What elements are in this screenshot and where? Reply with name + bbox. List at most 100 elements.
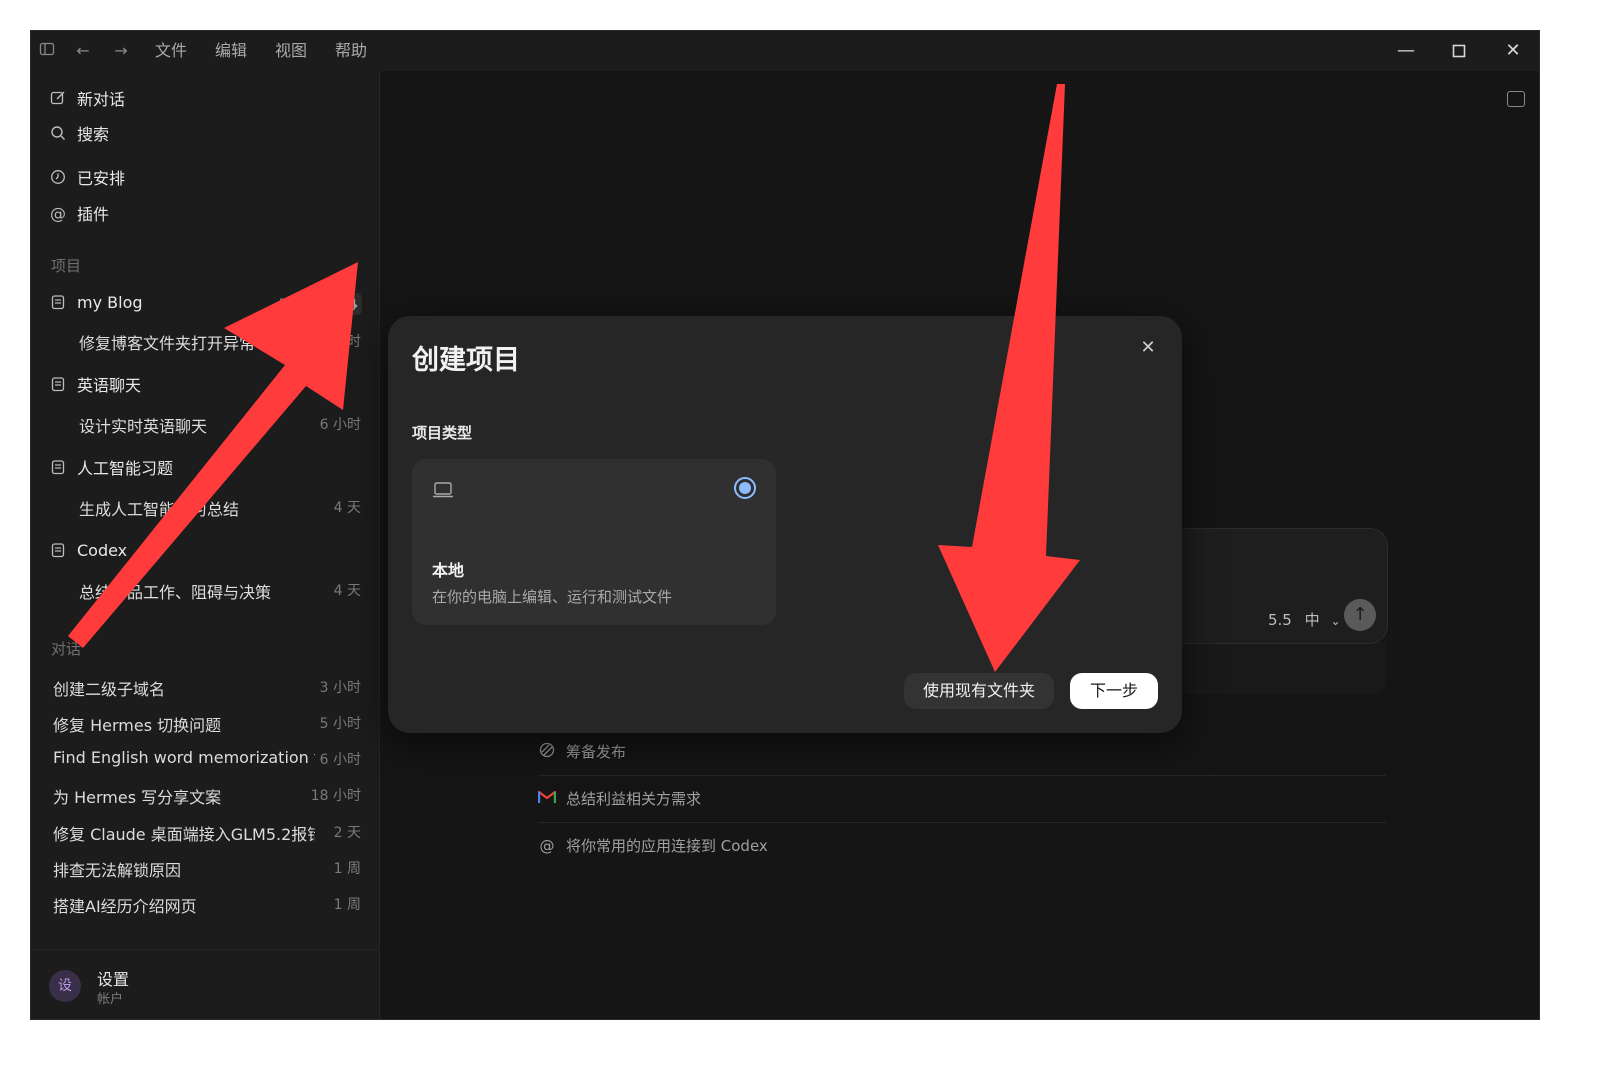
avatar: 设 <box>49 970 81 1002</box>
conversation-time: 3 小时 <box>319 680 361 696</box>
thread-time: 小时 <box>333 334 361 350</box>
thread-title: 修复博客文件夹打开异常 <box>79 334 256 353</box>
nav-new-chat[interactable]: 新对话 <box>49 86 125 110</box>
suggestion-label: 将你常用的应用连接到 Codex <box>566 837 768 855</box>
account-label: 帐户 <box>97 992 124 1007</box>
conversation-time: 6 小时 <box>319 752 361 768</box>
thread-time: 4 天 <box>333 583 361 599</box>
conversation-time: 18 小时 <box>310 788 361 804</box>
project-name: Codex <box>77 540 128 560</box>
new-project-icon[interactable] <box>340 293 362 315</box>
project-name: 人工智能习题 <box>77 459 174 478</box>
card-title: 本地 <box>432 561 465 580</box>
thread-time: 4 天 <box>333 500 361 516</box>
model-label: 5.5 <box>1268 611 1292 629</box>
project-item[interactable]: 人工智能习题 <box>49 455 173 479</box>
thread-item[interactable]: 总结产品工作、阻碍与决策 4 天 <box>79 577 361 602</box>
thread-title: 总结产品工作、阻碍与决策 <box>79 583 272 602</box>
model-selector[interactable]: 5.5 中 ⌄ <box>1268 609 1341 630</box>
effort-label: 中 <box>1304 611 1320 629</box>
sidebar: 新对话 搜索 已安排 @ 插件 项目 ⤡ ⋯ my Blog 修复博客文件夹打开… <box>31 71 380 1019</box>
send-button[interactable]: ↑ <box>1344 599 1376 631</box>
conversation-item[interactable]: 为 Hermes 写分享文案 18 小时 <box>53 782 361 807</box>
folder-icon <box>49 541 67 559</box>
forward-arrow-icon[interactable]: → <box>111 41 131 61</box>
conversation-title: 为 Hermes 写分享文案 <box>53 788 222 807</box>
conversation-item[interactable]: 搭建AI经历介绍网页 1 周 <box>53 891 361 916</box>
thread-title: 设计实时英语聊天 <box>79 417 208 436</box>
clock-icon <box>49 168 67 186</box>
conversation-item[interactable]: Find English word memorization t... 6 小时 <box>53 746 361 770</box>
gmail-icon <box>537 790 557 808</box>
suggestion-label: 筹备发布 <box>566 743 627 761</box>
folder-icon <box>49 458 67 476</box>
suggestion-item[interactable]: @ 将你常用的应用连接到 Codex <box>538 822 1386 869</box>
conversation-title: 修复 Claude 桌面端接入GLM5.2报错 <box>53 825 315 844</box>
folder-icon <box>49 375 67 393</box>
collapse-icon[interactable]: ⤡ <box>274 293 296 315</box>
nav-label: 插件 <box>77 205 110 224</box>
suggestion-item[interactable]: 筹备发布 <box>538 728 1386 776</box>
nav-label: 搜索 <box>77 125 110 144</box>
use-existing-folder-button[interactable]: 使用现有文件夹 <box>904 673 1054 709</box>
at-icon: @ <box>50 203 66 223</box>
nav-label: 已安排 <box>77 169 126 188</box>
nav-search[interactable]: 搜索 <box>49 121 109 145</box>
thread-item[interactable]: 修复博客文件夹打开异常 小时 <box>79 328 361 353</box>
projects-section-label: 项目 <box>51 257 82 275</box>
project-type-local-card[interactable]: 本地 在你的电脑上编辑、运行和测试文件 <box>412 459 776 625</box>
conversation-item[interactable]: 排查无法解锁原因 1 周 <box>53 855 361 880</box>
conversation-item[interactable]: 创建二级子域名 3 小时 <box>53 674 361 699</box>
dialog-title: 创建项目 <box>412 345 520 376</box>
conversation-item[interactable]: 修复 Claude 桌面端接入GLM5.2报错 2 天 <box>53 819 361 844</box>
create-project-dialog: 创建项目 ✕ 项目类型 本地 在你的电脑上编辑、运行和测试文件 使用现有文件夹 … <box>388 316 1182 733</box>
project-type-label: 项目类型 <box>412 424 473 442</box>
conversation-title: 创建二级子域名 <box>53 680 166 699</box>
nav-scheduled[interactable]: 已安排 <box>49 165 125 189</box>
project-item[interactable]: my Blog <box>49 290 143 314</box>
at-icon: @ <box>539 836 555 855</box>
minimize-icon[interactable]: — <box>1391 39 1421 63</box>
thread-item[interactable]: 生成人工智能复习总结 4 天 <box>79 494 361 519</box>
maximize-icon[interactable] <box>1444 39 1474 63</box>
conversation-title: 搭建AI经历介绍网页 <box>53 897 197 916</box>
suggestion-item[interactable]: 总结利益相关方需求 <box>537 775 1386 823</box>
chevron-down-icon: ⌄ <box>1330 614 1341 628</box>
project-item[interactable]: Codex <box>49 538 127 562</box>
project-item[interactable]: 英语聊天 <box>49 372 141 396</box>
conversation-time: 5 小时 <box>319 716 361 732</box>
search-icon <box>49 124 67 142</box>
back-arrow-icon[interactable]: ← <box>73 41 93 61</box>
sidebar-toggle-icon[interactable] <box>37 41 57 61</box>
title-bar: ← → 文件 编辑 视图 帮助 — ✕ <box>31 31 1539 71</box>
settings-label: 设置 <box>97 970 130 989</box>
close-icon[interactable]: ✕ <box>1136 336 1160 360</box>
menu-view[interactable]: 视图 <box>275 41 307 61</box>
thread-item[interactable]: 设计实时英语聊天 6 小时 <box>79 411 361 436</box>
radio-selected[interactable] <box>734 477 756 499</box>
project-name: my Blog <box>77 292 143 312</box>
conversation-title: 排查无法解锁原因 <box>53 861 182 880</box>
menu-file[interactable]: 文件 <box>155 41 187 61</box>
more-icon[interactable]: ⋯ <box>306 293 328 315</box>
conversation-title: 修复 Hermes 切换问题 <box>53 716 222 735</box>
thread-title: 生成人工智能复习总结 <box>79 500 240 519</box>
composer-footer <box>1166 642 1386 694</box>
conversations-section-label: 对话 <box>51 640 82 658</box>
nav-plugins[interactable]: @ 插件 <box>49 201 109 225</box>
menu-edit[interactable]: 编辑 <box>215 41 247 61</box>
card-description: 在你的电脑上编辑、运行和测试文件 <box>432 588 673 606</box>
project-name: 英语聊天 <box>77 376 142 395</box>
folder-icon <box>49 293 67 311</box>
conversation-time: 2 天 <box>333 825 361 841</box>
close-window-icon[interactable]: ✕ <box>1498 39 1528 63</box>
suggestion-label: 总结利益相关方需求 <box>566 790 702 808</box>
next-button[interactable]: 下一步 <box>1070 673 1158 709</box>
conversation-item[interactable]: 修复 Hermes 切换问题 5 小时 <box>53 710 361 735</box>
menu-help[interactable]: 帮助 <box>335 41 367 61</box>
conversation-title: Find English word memorization t... <box>53 748 315 767</box>
nav-label: 新对话 <box>77 90 126 109</box>
settings-account[interactable]: 设 设置 帐户 <box>31 949 379 1019</box>
conversation-time: 1 周 <box>333 897 361 913</box>
panel-toggle-icon[interactable] <box>1507 91 1525 107</box>
